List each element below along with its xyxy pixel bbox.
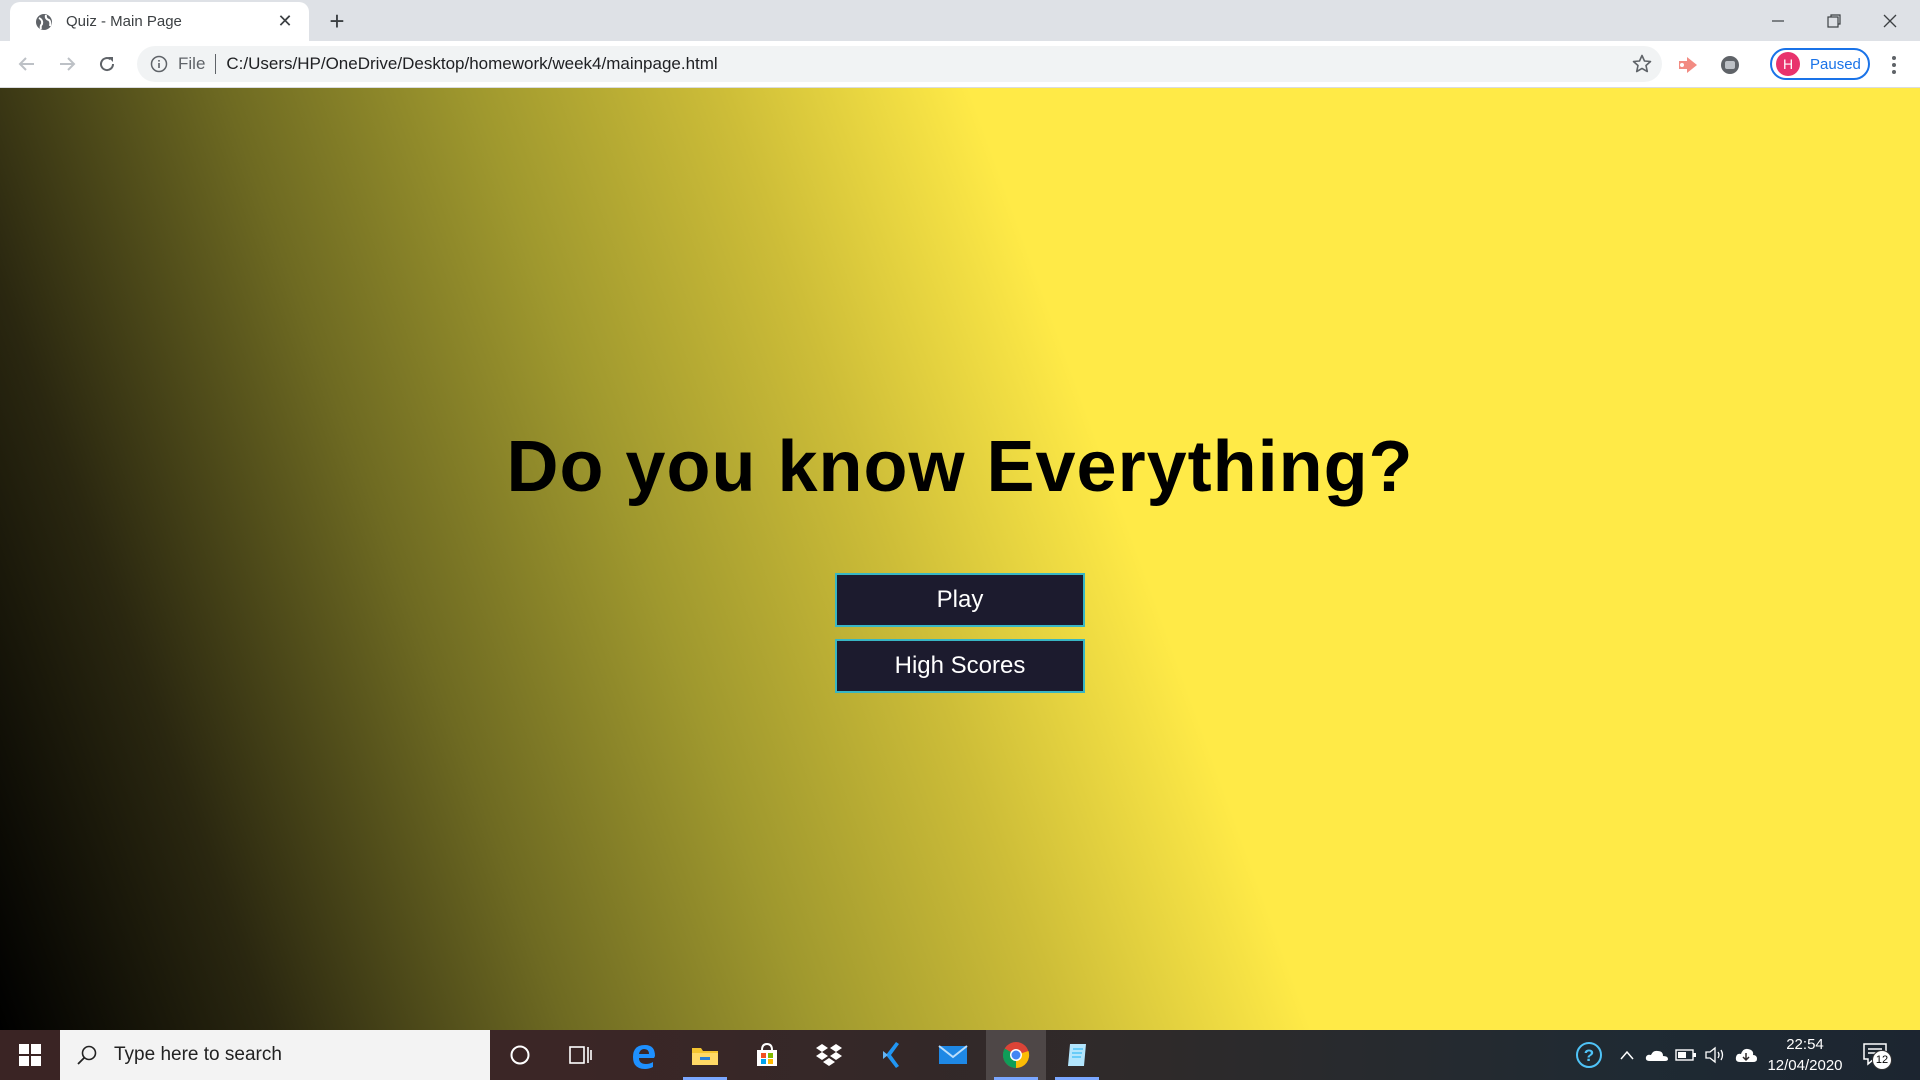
start-button[interactable]: [0, 1030, 60, 1080]
battery-icon[interactable]: [1672, 1030, 1700, 1080]
page-viewport: Do you know Everything? Play High Scores: [0, 88, 1920, 1030]
bookmark-star-icon[interactable]: [1632, 54, 1652, 74]
address-bar[interactable]: File C:/Users/HP/OneDrive/Desktop/homewo…: [137, 46, 1662, 82]
kebab-menu-icon[interactable]: [1882, 53, 1906, 77]
taskbar-search-box[interactable]: Type here to search: [60, 1030, 490, 1080]
info-icon[interactable]: [150, 55, 168, 73]
address-scheme-label: File: [178, 54, 206, 73]
vscode-icon[interactable]: [861, 1030, 921, 1080]
avatar: H: [1776, 52, 1800, 76]
profile-button[interactable]: H Paused: [1770, 48, 1870, 80]
volume-icon[interactable]: [1700, 1030, 1730, 1080]
minimize-icon: [1772, 19, 1784, 22]
dropbox-icon[interactable]: [799, 1030, 859, 1080]
action-center-icon[interactable]: 12: [1862, 1042, 1892, 1070]
tab-quiz-main-page[interactable]: Quiz - Main Page ✕: [10, 2, 309, 41]
file-explorer-icon[interactable]: [675, 1030, 735, 1080]
taskbar: Type here to search ? 22:54 12/04/2020 1…: [0, 1030, 1920, 1080]
back-button[interactable]: [12, 49, 42, 79]
tab-strip: Quiz - Main Page ✕ +: [0, 0, 1920, 41]
mail-icon[interactable]: [923, 1030, 983, 1080]
forward-arrow-icon: [60, 57, 76, 71]
extension-gray-icon[interactable]: [1718, 53, 1742, 77]
task-view-icon[interactable]: [550, 1030, 610, 1080]
close-icon: [1883, 14, 1897, 27]
help-icon[interactable]: ?: [1572, 1030, 1606, 1080]
chevron-up-icon[interactable]: [1614, 1030, 1640, 1080]
minimize-button[interactable]: [1750, 0, 1806, 41]
forward-button[interactable]: [52, 49, 82, 79]
chrome-icon[interactable]: [986, 1030, 1046, 1080]
clock-time: 22:54: [1786, 1036, 1824, 1053]
window-close-button[interactable]: [1862, 0, 1918, 41]
high-scores-button[interactable]: High Scores: [835, 639, 1085, 693]
back-arrow-icon: [18, 57, 34, 71]
onedrive-icon[interactable]: [1642, 1030, 1672, 1080]
browser-toolbar: File C:/Users/HP/OneDrive/Desktop/homewo…: [0, 41, 1920, 88]
search-icon: [76, 1044, 98, 1066]
cloud-sync-icon[interactable]: [1732, 1030, 1760, 1080]
windows-logo-icon: [19, 1044, 41, 1066]
clock-date: 12/04/2020: [1767, 1057, 1843, 1074]
address-url[interactable]: C:/Users/HP/OneDrive/Desktop/homework/we…: [226, 54, 717, 74]
address-divider: [215, 54, 217, 74]
tab-close-icon[interactable]: ✕: [275, 11, 295, 32]
notepad-icon[interactable]: [1047, 1030, 1107, 1080]
search-placeholder: Type here to search: [114, 1044, 282, 1065]
play-button[interactable]: Play: [835, 573, 1085, 627]
restore-button[interactable]: [1806, 0, 1862, 41]
cortana-icon[interactable]: [490, 1030, 550, 1080]
new-tab-button[interactable]: +: [322, 6, 352, 36]
svg-text:?: ?: [1584, 1046, 1594, 1065]
tab-title: Quiz - Main Page: [66, 13, 182, 30]
system-clock[interactable]: 22:54 12/04/2020: [1760, 1034, 1850, 1076]
reload-icon: [100, 57, 115, 72]
page-title: Do you know Everything?: [506, 427, 1414, 507]
restore-icon: [1827, 13, 1841, 28]
edge-icon[interactable]: [614, 1030, 674, 1080]
store-icon[interactable]: [737, 1030, 797, 1080]
extension-red-arrow-icon[interactable]: [1676, 53, 1700, 77]
globe-icon: [34, 12, 54, 32]
profile-status: Paused: [1810, 55, 1861, 73]
reload-button[interactable]: [92, 49, 122, 79]
notification-count-badge: 12: [1872, 1050, 1892, 1070]
